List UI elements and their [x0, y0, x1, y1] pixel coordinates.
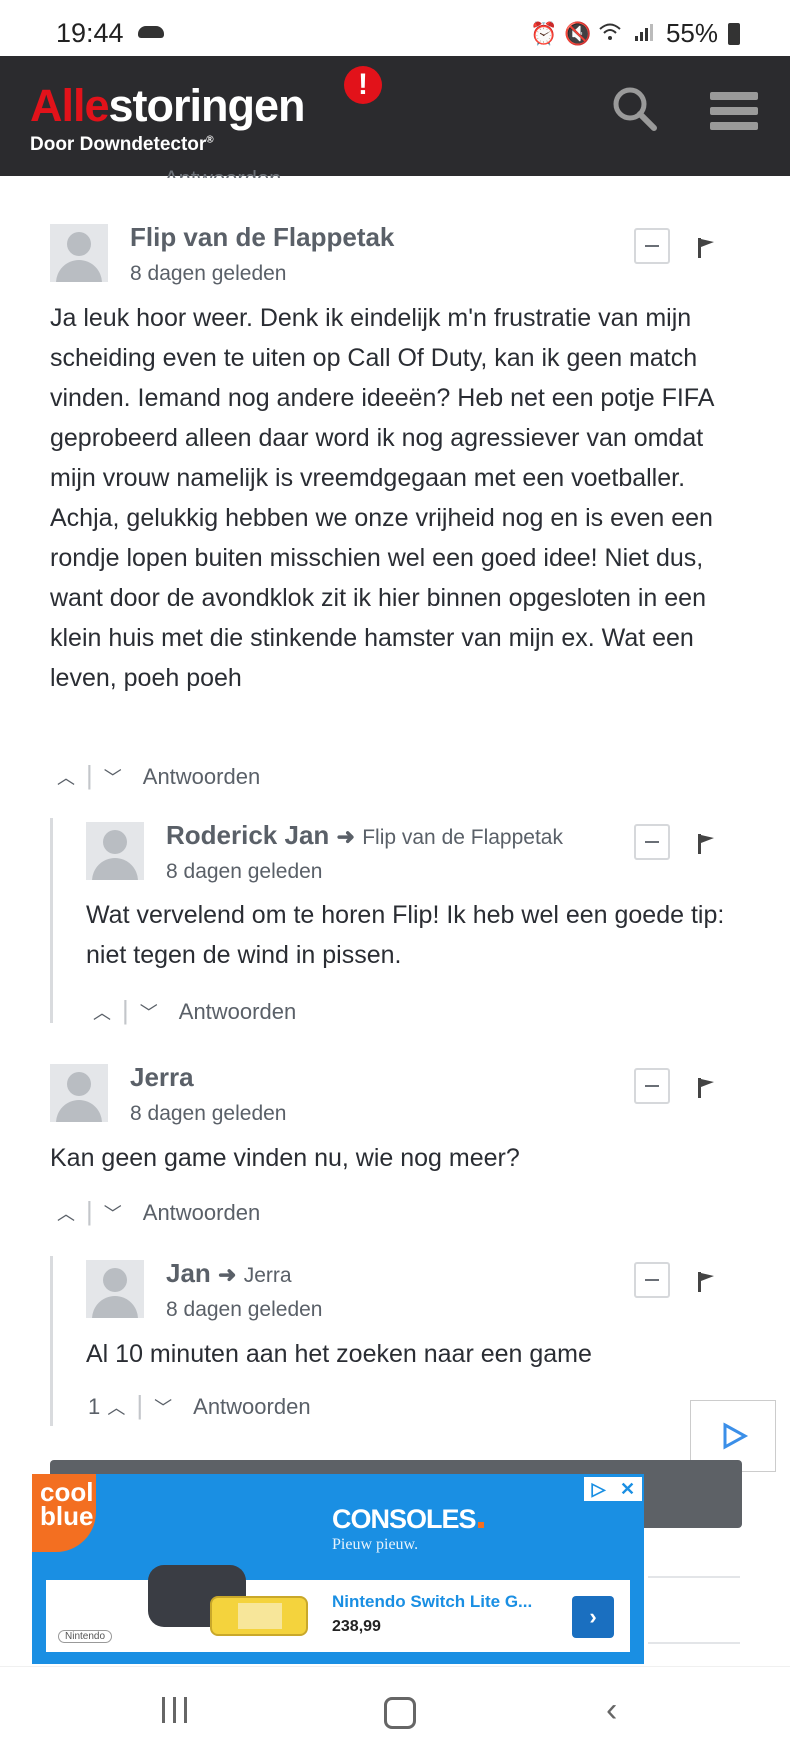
avatar	[50, 224, 108, 282]
logo-exclamation-icon: !	[344, 66, 382, 104]
ad-title-dot	[477, 1522, 484, 1528]
comment-author[interactable]: Roderick Jan ➜ Flip van de Flappetak	[166, 820, 563, 851]
downvote-icon[interactable]: ﹀	[103, 764, 123, 790]
home-button[interactable]	[384, 1697, 416, 1729]
reply-button[interactable]: Antwoorden	[179, 999, 296, 1024]
upvote-icon[interactable]: ︿	[92, 999, 112, 1025]
reply-button[interactable]: Antwoorden	[193, 1394, 310, 1419]
signal-icon	[632, 22, 656, 46]
ad-subtitle: Pieuw pieuw.	[332, 1536, 419, 1553]
status-bar: 19:44 ⏰ 🔇 55%	[0, 0, 790, 56]
switch-console-image	[210, 1596, 308, 1636]
alarm-icon: ⏰	[529, 20, 558, 46]
logo-registered-mark: ®	[206, 134, 214, 146]
downvote-icon[interactable]: ﹀	[153, 1394, 173, 1420]
divider	[648, 1576, 740, 1578]
comment-text: Al 10 minuten aan het zoeken naar een ga…	[86, 1340, 592, 1368]
logo-subtitle-text: Door Downdetector	[30, 134, 207, 155]
reply-to-name[interactable]: Flip van de Flappetak	[362, 826, 563, 849]
comment-date[interactable]: 8 dagen geleden	[166, 1298, 323, 1322]
close-ad-icon[interactable]: ✕	[613, 1477, 642, 1501]
comment-date[interactable]: 8 dagen geleden	[166, 860, 323, 884]
reply-to-name[interactable]: Jerra	[244, 1264, 292, 1287]
comment-date[interactable]: 8 dagen geleden	[130, 1102, 287, 1126]
partial-reply-link[interactable]: Antwoorden	[164, 166, 281, 178]
ad-go-button[interactable]: ›	[572, 1596, 614, 1638]
flag-icon[interactable]	[698, 238, 716, 258]
chevron-right-icon: ›	[589, 1604, 597, 1629]
upvote-icon[interactable]: ︿	[56, 764, 76, 790]
back-button[interactable]: ‹	[606, 1693, 617, 1727]
upvote-count: 1	[88, 1394, 101, 1419]
adchoices-icon[interactable]: ▷	[584, 1477, 613, 1501]
reply-author-name[interactable]: Jan	[166, 1258, 211, 1288]
comment-author[interactable]: Flip van de Flappetak	[130, 222, 394, 253]
comment-actions: ︿ | ﹀ Antwoorden	[56, 760, 261, 790]
ad-product-price: 238,99	[332, 1618, 381, 1635]
collapse-button[interactable]	[634, 228, 670, 264]
thread-line	[50, 1256, 53, 1426]
downvote-icon[interactable]: ﹀	[139, 999, 159, 1025]
menu-icon-bar	[710, 107, 758, 115]
logo-prefix: Alle	[30, 80, 110, 131]
mute-icon: 🔇	[563, 20, 592, 46]
logo-subtitle: Door Downdetector®	[30, 134, 214, 156]
collapse-button[interactable]	[634, 1068, 670, 1104]
comment-actions: ︿ | ﹀ Antwoorden	[56, 1196, 261, 1226]
cloud-icon	[138, 26, 164, 38]
search-icon	[613, 87, 657, 131]
divider	[648, 1642, 740, 1644]
ad-title-text: CONSOLES	[332, 1504, 477, 1534]
wifi-icon	[598, 22, 622, 46]
upvote-icon[interactable]: ︿	[56, 1200, 76, 1226]
nintendo-logo: Nintendo	[58, 1630, 113, 1643]
flag-icon[interactable]	[698, 1272, 716, 1292]
menu-icon-bar	[710, 92, 758, 100]
thread-line	[50, 818, 53, 1023]
system-nav-bar: ‹	[0, 1666, 790, 1757]
comment-text: Kan geen game vinden nu, wie nog meer?	[50, 1144, 520, 1172]
reply-author-name[interactable]: Roderick Jan	[166, 820, 329, 850]
comment-actions: 1 ︿ | ﹀ Antwoorden	[88, 1390, 311, 1420]
flag-icon[interactable]	[698, 1078, 716, 1098]
battery-icon	[728, 22, 740, 45]
flag-icon[interactable]	[698, 834, 716, 854]
logo-suffix: storingen	[108, 80, 306, 131]
coolblue-logo-text: cool blue	[40, 1479, 94, 1531]
comment-actions: ︿ | ﹀ Antwoorden	[92, 995, 297, 1025]
comment-text: Wat vervelend om te horen Flip! Ik heb w…	[86, 901, 725, 969]
reply-arrow-icon: ➜	[218, 1262, 237, 1287]
comment-date[interactable]: 8 dagen geleden	[130, 262, 287, 286]
reply-button[interactable]: Antwoorden	[143, 764, 260, 789]
upvote-icon[interactable]: ︿	[106, 1394, 126, 1420]
avatar	[86, 822, 144, 880]
ad-product-card[interactable]	[46, 1580, 630, 1652]
comment-text: Ja leuk hoor weer. Denk ik eindelijk m'n…	[50, 304, 713, 692]
ad-badge[interactable]: ▷ ✕	[584, 1477, 642, 1501]
reply-arrow-icon: ➜	[336, 824, 355, 849]
search-button[interactable]	[610, 84, 660, 134]
ad-title: CONSOLES	[332, 1504, 484, 1535]
menu-icon-bar	[710, 122, 758, 130]
site-logo[interactable]: Allestoringen	[30, 80, 306, 132]
collapse-button[interactable]	[634, 824, 670, 860]
battery-percentage: 55%	[665, 18, 718, 48]
recent-apps-button[interactable]	[162, 1697, 187, 1723]
avatar	[50, 1064, 108, 1122]
downvote-icon[interactable]: ﹀	[103, 1200, 123, 1226]
reply-button[interactable]: Antwoorden	[143, 1200, 260, 1225]
ad-product-name[interactable]: Nintendo Switch Lite G...	[332, 1592, 532, 1612]
comment-author[interactable]: Jerra	[130, 1062, 194, 1093]
avatar	[86, 1260, 144, 1318]
menu-button[interactable]	[710, 92, 758, 132]
comment-author[interactable]: Jan ➜ Jerra	[166, 1258, 292, 1289]
collapse-button[interactable]	[634, 1262, 670, 1298]
status-time: 19:44	[56, 18, 124, 48]
status-icons: ⏰ 🔇 55%	[530, 18, 740, 49]
brand-line2: blue	[40, 1501, 94, 1531]
